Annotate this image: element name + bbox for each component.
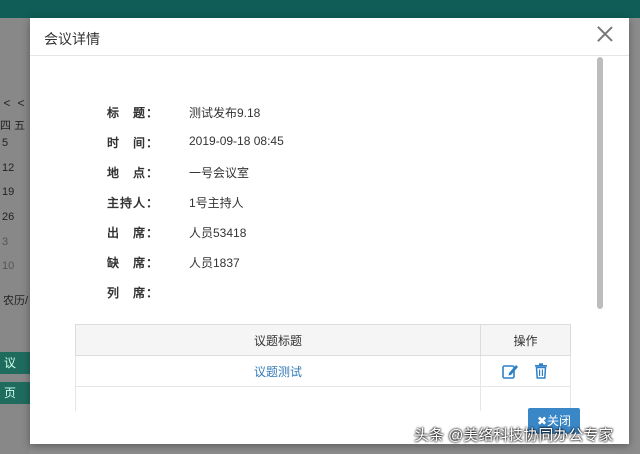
calendar-day[interactable]: 10 — [2, 260, 14, 272]
calendar-week-header: 四 五 — [0, 120, 26, 132]
delete-icon[interactable] — [532, 362, 550, 380]
field-value: 人员1837 — [189, 256, 240, 270]
column-header-topic: 议题标题 — [75, 324, 481, 356]
calendar-nav: < < — [0, 96, 30, 110]
table-header-row: 议题标题 操作 — [75, 324, 571, 356]
field-label: 缺 席： — [107, 256, 160, 270]
calendar-prev-month-button[interactable]: < — [14, 96, 28, 110]
calendar-prev-button[interactable]: < — [0, 96, 14, 110]
modal-header: 会议详情 — [30, 18, 629, 56]
field-label: 时 间： — [107, 136, 160, 150]
edit-icon[interactable] — [501, 362, 519, 380]
column-header-actions: 操作 — [480, 324, 571, 356]
field-label: 主持人： — [107, 196, 160, 210]
field-value: 测试发布9.18 — [189, 106, 261, 120]
watermark-text: 头条 @美络科技协同办公专家 — [414, 427, 614, 444]
field-label: 列 席： — [107, 286, 160, 300]
row-actions — [480, 355, 571, 387]
app-topbar — [0, 0, 640, 18]
calendar-day[interactable]: 12 — [2, 162, 14, 174]
side-button-2[interactable]: 页 — [0, 382, 30, 404]
calendar-day[interactable]: 3 — [2, 236, 8, 248]
field-label: 地 点： — [107, 166, 160, 180]
calendar-day[interactable]: 26 — [2, 211, 14, 223]
table-row: 议题测试 — [75, 355, 571, 387]
modal-title: 会议详情 — [44, 31, 100, 47]
calendar-day[interactable]: 19 — [2, 186, 14, 198]
modal-scrollbar[interactable] — [596, 56, 604, 408]
field-label: 出 席： — [107, 226, 160, 240]
close-icon[interactable] — [597, 26, 613, 42]
topics-table: 议题标题 操作 议题测试 — [75, 324, 571, 411]
side-button-1[interactable]: 议 — [0, 352, 30, 374]
calendar-day[interactable]: 5 — [2, 137, 8, 149]
field-label: 标 题： — [107, 106, 160, 120]
field-value: 人员53418 — [189, 226, 247, 240]
scrollbar-thumb[interactable] — [597, 57, 603, 309]
field-value: 2019-09-18 08:45 — [189, 134, 284, 148]
lunar-toggle-label: 农历/ — [3, 295, 29, 307]
field-value: 1号主持人 — [189, 196, 244, 210]
table-row — [75, 386, 571, 411]
topic-link[interactable]: 议题测试 — [254, 365, 302, 379]
meeting-detail-modal: 会议详情 标 题： 测试发布9.18 时 间： 2019-09-18 08:45… — [30, 18, 629, 444]
field-value: 一号会议室 — [189, 166, 250, 180]
